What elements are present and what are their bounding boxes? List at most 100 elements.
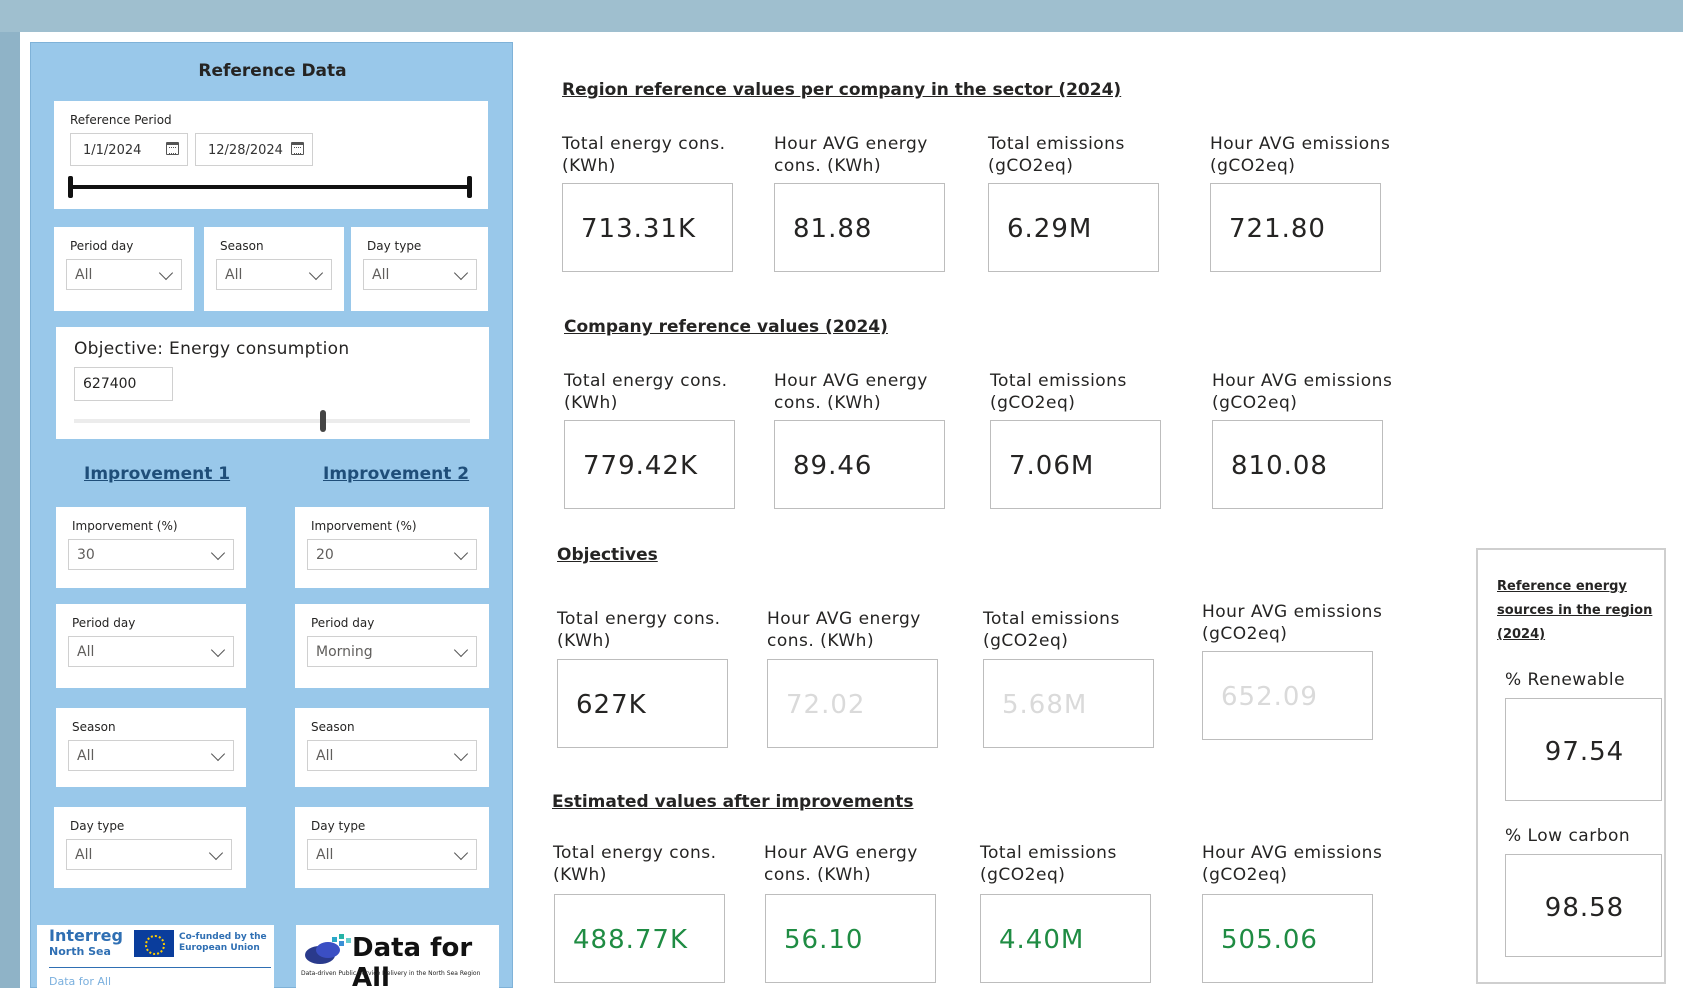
hour-avg-emissions-label: Hour AVG emissions (gCO2eq) — [1210, 134, 1391, 176]
improvement-1-percent-value: 30 — [77, 547, 95, 563]
total-emissions-label: Total emissions (gCO2eq) — [988, 134, 1125, 176]
calendar-icon[interactable] — [166, 142, 179, 155]
end-date-input[interactable]: 12/28/2024 — [195, 133, 313, 166]
end-date-value: 12/28/2024 — [208, 143, 283, 158]
kpi-value: 721.80 — [1229, 214, 1326, 244]
improvement-2-day-type-filter: Day type All — [295, 807, 489, 888]
kpi-value: 652.09 — [1221, 682, 1318, 712]
day-type-dropdown[interactable]: All — [363, 259, 477, 290]
period-day-dropdown[interactable]: All — [66, 259, 182, 290]
objective-input[interactable]: 627400 — [74, 367, 173, 401]
improvement-1-heading[interactable]: Improvement 1 — [84, 464, 230, 484]
company-hour-avg-energy-card: 89.46 — [774, 420, 945, 509]
region-hour-avg-energy-card: 81.88 — [774, 183, 945, 272]
kpi-value: 56.10 — [784, 925, 864, 955]
chevron-down-icon — [453, 746, 469, 762]
start-date-value: 1/1/2024 — [83, 143, 142, 158]
top-bar — [0, 0, 1683, 32]
improvement-1-season-dropdown[interactable]: All — [68, 740, 234, 771]
period-day-value: All — [75, 267, 93, 283]
improvement-1-percent-dropdown[interactable]: 30 — [68, 539, 234, 570]
improvement-2-period-day-filter: Period day Morning — [295, 604, 489, 688]
region-total-energy-card: 713.31K — [562, 183, 733, 272]
improvement-2-percent-dropdown[interactable]: 20 — [307, 539, 477, 570]
improvement-1-day-type-filter: Day type All — [54, 807, 246, 888]
chevron-down-icon — [453, 845, 469, 861]
objective-hour-avg-energy-card: 72.02 — [767, 659, 938, 748]
season-dropdown[interactable]: All — [216, 259, 332, 290]
season-label: Season — [72, 720, 116, 734]
hour-avg-energy-label: Hour AVG energy cons. (KWh) — [767, 609, 921, 651]
company-hour-avg-emissions-card: 810.08 — [1212, 420, 1383, 509]
hour-avg-emissions-label: Hour AVG emissions (gCO2eq) — [1202, 602, 1383, 644]
reference-data-panel: Reference Data Reference Period 1/1/2024… — [30, 42, 513, 988]
hour-avg-energy-label: Hour AVG energy cons. (KWh) — [764, 843, 918, 885]
improvement-1-period-day-dropdown[interactable]: All — [68, 636, 234, 667]
low-carbon-label: % Low carbon — [1505, 826, 1631, 846]
period-day-label: Period day — [311, 616, 375, 630]
objective-total-emissions-card: 5.68M — [983, 659, 1154, 748]
company-total-emissions-card: 7.06M — [990, 420, 1161, 509]
reference-period-card: Reference Period 1/1/2024 12/28/2024 — [54, 101, 488, 209]
eu-flag-icon — [134, 930, 174, 957]
cofunded-text: Co-funded by the European Union — [179, 932, 267, 953]
renewable-value: 97.54 — [1544, 737, 1625, 767]
data-for-all-title: Data for All — [352, 933, 473, 988]
kpi-value: 81.88 — [793, 214, 873, 244]
kpi-value: 627K — [576, 690, 647, 720]
chevron-down-icon — [158, 265, 174, 281]
improvement-2-heading[interactable]: Improvement 2 — [323, 464, 469, 484]
improvement-1-day-type-dropdown[interactable]: All — [66, 839, 232, 870]
objective-total-energy-card: 627K — [557, 659, 728, 748]
objective-slider-handle[interactable] — [320, 410, 326, 432]
improvement-1-day-type-value: All — [75, 847, 93, 863]
region-hour-avg-emissions-card: 721.80 — [1210, 183, 1381, 272]
kpi-value: 4.40M — [999, 925, 1085, 955]
improvement-2-period-day-value: Morning — [316, 644, 373, 660]
improvement-1-percent-filter: Imporvement (%) 30 — [56, 507, 246, 588]
improvement-2-season-dropdown[interactable]: All — [307, 740, 477, 771]
start-date-input[interactable]: 1/1/2024 — [70, 133, 188, 166]
improvement-2-day-type-dropdown[interactable]: All — [307, 839, 477, 870]
season-label: Season — [220, 239, 264, 253]
season-filter: Season All — [204, 227, 344, 311]
season-value: All — [225, 267, 243, 283]
objective-card: Objective: Energy consumption 627400 — [56, 327, 489, 439]
objective-slider-track[interactable] — [74, 419, 470, 423]
total-emissions-label: Total emissions (gCO2eq) — [990, 371, 1127, 413]
kpi-value: 89.46 — [793, 451, 873, 481]
chevron-down-icon — [210, 642, 226, 658]
region-total-emissions-card: 6.29M — [988, 183, 1159, 272]
season-label: Season — [311, 720, 355, 734]
reference-energy-sources-title: Reference energy sources in the region (… — [1497, 579, 1653, 642]
calendar-icon[interactable] — [291, 142, 304, 155]
chevron-down-icon — [308, 265, 324, 281]
objective-hour-avg-emissions-card: 652.09 — [1202, 651, 1373, 740]
data-for-all-mark-icon — [305, 934, 351, 964]
estimated-total-energy-card: 488.77K — [554, 894, 725, 983]
improvement-1-period-day-value: All — [77, 644, 95, 660]
date-range-start-handle[interactable] — [68, 176, 73, 198]
chevron-down-icon — [208, 845, 224, 861]
estimated-hour-avg-emissions-card: 505.06 — [1202, 894, 1373, 983]
day-type-filter: Day type All — [351, 227, 488, 311]
date-range-track[interactable] — [70, 185, 470, 189]
company-section-title: Company reference values (2024) — [564, 317, 888, 337]
total-emissions-label: Total emissions (gCO2eq) — [980, 843, 1117, 885]
kpi-value: 713.31K — [581, 214, 697, 244]
kpi-value: 6.29M — [1007, 214, 1093, 244]
kpi-value: 5.68M — [1002, 690, 1088, 720]
day-type-value: All — [372, 267, 390, 283]
improvement-2-season-value: All — [316, 748, 334, 764]
kpi-value: 505.06 — [1221, 925, 1318, 955]
objectives-section-title: Objectives — [557, 545, 658, 565]
kpi-value: 779.42K — [583, 451, 699, 481]
region-section-title: Region reference values per company in t… — [562, 80, 1122, 100]
data-for-all-small-text: Data for All — [49, 975, 112, 988]
date-range-end-handle[interactable] — [467, 176, 472, 198]
total-energy-label: Total energy cons. (KWh) — [553, 843, 717, 885]
chevron-down-icon — [210, 746, 226, 762]
kpi-value: 72.02 — [786, 690, 866, 720]
day-type-label: Day type — [70, 819, 125, 833]
improvement-2-period-day-dropdown[interactable]: Morning — [307, 636, 477, 667]
